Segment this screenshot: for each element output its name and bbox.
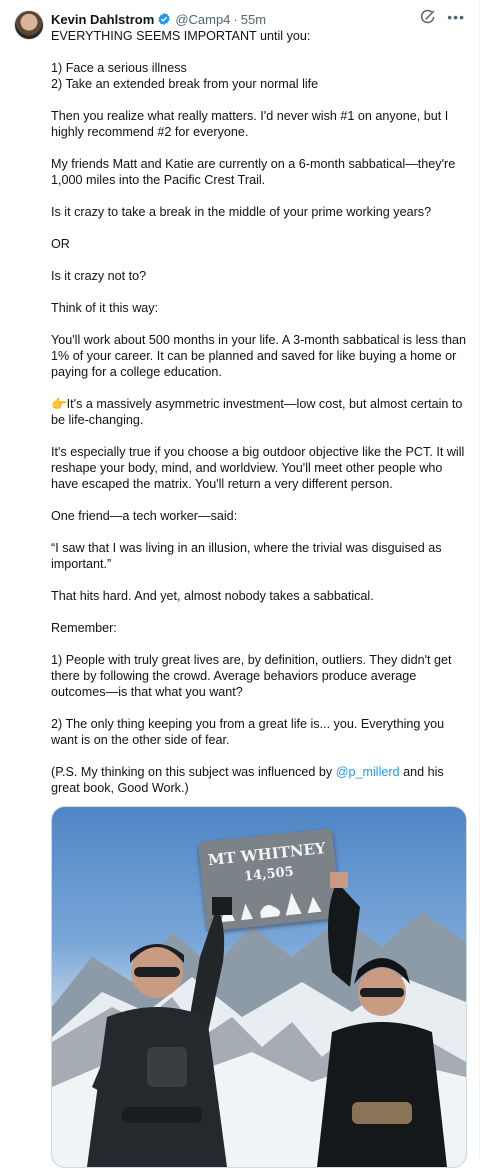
avatar[interactable]: [14, 10, 44, 40]
verified-badge-icon: [158, 12, 170, 26]
paragraph: EVERYTHING SEEMS IMPORTANT until you:: [51, 29, 311, 43]
grok-icon[interactable]: [419, 8, 437, 26]
tweet-header: Kevin Dahlstrom @Camp4 · 55m: [51, 10, 465, 28]
ps-paragraph: (P.S. My thinking on this subject was in…: [51, 764, 469, 796]
paragraph: Is it crazy to take a break in the middl…: [51, 205, 432, 219]
author-name[interactable]: Kevin Dahlstrom: [51, 12, 154, 27]
paragraph: My friends Matt and Katie are currently …: [51, 157, 459, 187]
paragraph: OR: [51, 237, 70, 251]
paragraph: One friend—a tech worker—said:: [51, 509, 238, 523]
paragraph: 1) Face a serious illness 2) Take an ext…: [51, 61, 319, 91]
hiker-right: [317, 872, 447, 1167]
mention-link[interactable]: @p_millerd: [336, 765, 400, 779]
separator: ·: [233, 11, 238, 27]
author-handle[interactable]: @Camp4: [175, 12, 230, 27]
paragraph: Is it crazy not to?: [51, 269, 147, 283]
paragraph: That hits hard. And yet, almost nobody t…: [51, 589, 374, 603]
timestamp[interactable]: 55m: [241, 12, 266, 27]
tweet-text: EVERYTHING SEEMS IMPORTANT until you: 1)…: [51, 28, 469, 812]
paragraph: 2) The only thing keeping you from a gre…: [51, 717, 448, 747]
hiker-left: [87, 897, 232, 1167]
tweet-container[interactable]: Kevin Dahlstrom @Camp4 · 55m ••• EVERYTH…: [0, 0, 480, 1168]
header-actions: •••: [419, 8, 465, 26]
paragraph: “I saw that I was living in an illusion,…: [51, 541, 446, 571]
paragraph: You'll work about 500 months in your lif…: [51, 333, 470, 379]
paragraph: Remember:: [51, 621, 117, 635]
paragraph: Think of it this way:: [51, 301, 159, 315]
more-icon[interactable]: •••: [447, 9, 465, 25]
tweet-photo[interactable]: MT WHITNEY 14,505: [51, 806, 467, 1168]
paragraph: It's especially true if you choose a big…: [51, 445, 468, 491]
paragraph: 👉It's a massively asymmetric investment—…: [51, 397, 466, 427]
paragraph: 1) People with truly great lives are, by…: [51, 653, 455, 699]
paragraph: Then you realize what really matters. I'…: [51, 109, 452, 139]
ps-text-before: (P.S. My thinking on this subject was in…: [51, 765, 336, 779]
